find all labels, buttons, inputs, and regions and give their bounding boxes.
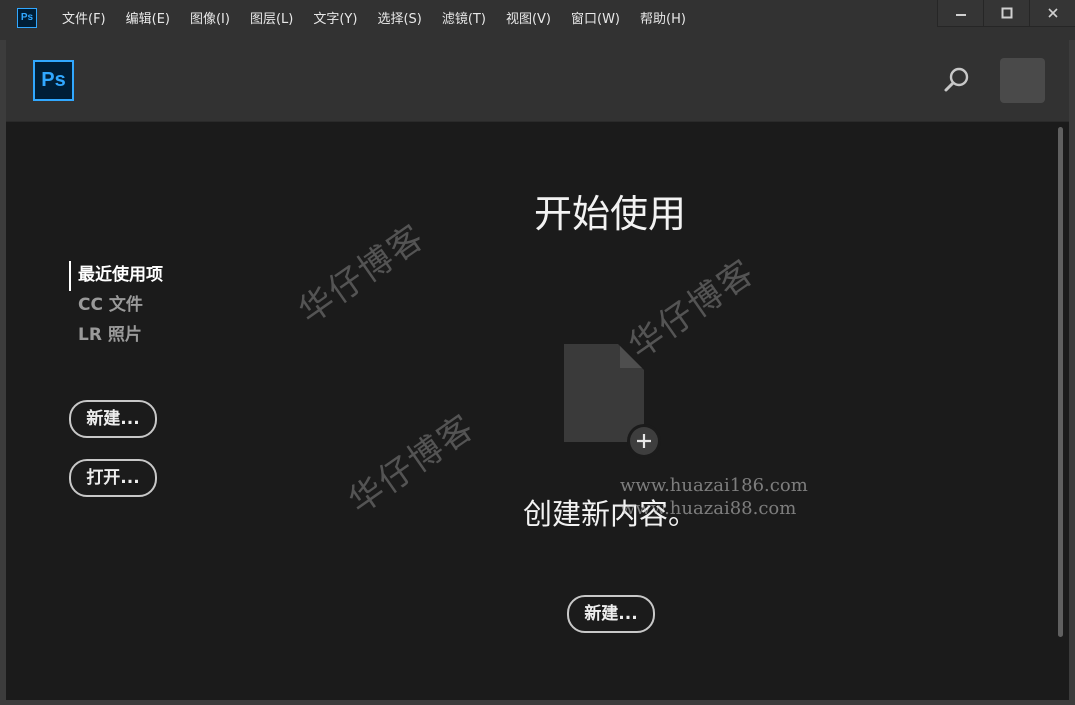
close-button[interactable]: [1029, 0, 1075, 27]
sidebar-item-cc-files[interactable]: CC 文件: [69, 291, 163, 321]
menu-file[interactable]: 文件(F): [52, 0, 116, 40]
sidebar-new-button[interactable]: 新建...: [69, 400, 157, 438]
maximize-button[interactable]: [983, 0, 1029, 27]
menu-select[interactable]: 选择(S): [367, 0, 431, 40]
close-icon: [1047, 8, 1058, 18]
create-new-content-text: 创建新内容。: [522, 497, 697, 531]
window-bottom-edge: [0, 700, 1075, 705]
home-header: Ps: [6, 40, 1069, 122]
maximize-icon: [1001, 7, 1012, 19]
menu-layer[interactable]: 图层(L): [240, 0, 303, 40]
menu-help[interactable]: 帮助(H): [630, 0, 696, 40]
sidebar-open-button[interactable]: 打开...: [69, 459, 157, 497]
minimize-button[interactable]: [937, 0, 983, 27]
menu-image[interactable]: 图像(I): [180, 0, 240, 40]
menu-type[interactable]: 文字(Y): [303, 0, 367, 40]
app-icon[interactable]: Ps: [17, 8, 37, 28]
menu-view[interactable]: 视图(V): [496, 0, 561, 40]
main-new-button[interactable]: 新建...: [567, 595, 655, 633]
menu-window[interactable]: 窗口(W): [561, 0, 630, 40]
photoshop-logo: Ps: [33, 60, 74, 101]
main-menu: 文件(F) 编辑(E) 图像(I) 图层(L) 文字(Y) 选择(S) 滤镜(T…: [52, 0, 696, 40]
home-content: 最近使用项 CC 文件 LR 照片 新建... 打开... 开始使用 创建新内容…: [6, 122, 1069, 700]
new-document-icon[interactable]: [562, 342, 662, 460]
scrollbar[interactable]: [1058, 127, 1063, 637]
avatar[interactable]: [1000, 58, 1045, 103]
window-controls: [937, 0, 1075, 28]
search-button[interactable]: [942, 65, 972, 95]
page-title: 开始使用: [533, 192, 686, 236]
watermark-text: 华仔博客: [291, 216, 433, 333]
sidebar-item-recent[interactable]: 最近使用项: [69, 261, 163, 291]
watermark-text: 华仔博客: [341, 406, 483, 523]
photoshop-window: Ps 文件(F) 编辑(E) 图像(I) 图层(L) 文字(Y) 选择(S) 滤…: [0, 0, 1075, 705]
sidebar-nav: 最近使用项 CC 文件 LR 照片: [69, 261, 163, 351]
minimize-icon: [955, 14, 966, 16]
sidebar-item-lr-photos[interactable]: LR 照片: [69, 321, 163, 351]
menu-filter[interactable]: 滤镜(T): [432, 0, 496, 40]
menu-edit[interactable]: 编辑(E): [116, 0, 180, 40]
menu-bar: Ps 文件(F) 编辑(E) 图像(I) 图层(L) 文字(Y) 选择(S) 滤…: [0, 0, 1075, 40]
search-icon: [944, 67, 969, 92]
